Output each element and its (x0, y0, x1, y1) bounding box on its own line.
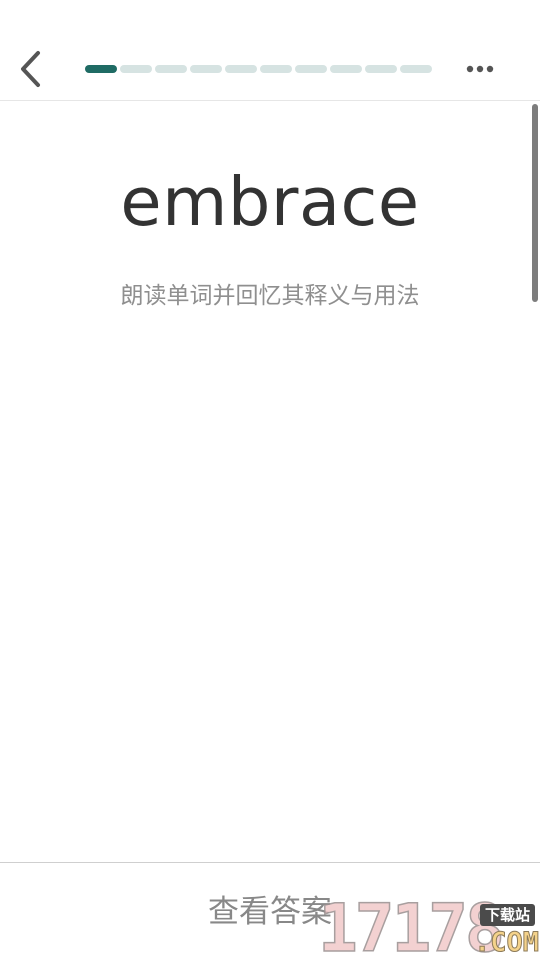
word-title: embrace (120, 163, 420, 241)
progress-segment (400, 65, 432, 73)
progress-segment (365, 65, 397, 73)
more-options-button[interactable] (458, 50, 502, 88)
watermark-suffix: .COM (473, 927, 540, 958)
top-bar (0, 0, 540, 101)
progress-segment (260, 65, 292, 73)
site-watermark-logo: 17178 下载站 .COM (317, 895, 540, 963)
back-button[interactable] (8, 44, 54, 94)
progress-segment (295, 65, 327, 73)
progress-segment-active (85, 65, 117, 73)
watermark-tag: 下载站 (480, 904, 536, 926)
progress-segment (330, 65, 362, 73)
progress-segment (225, 65, 257, 73)
more-horizontal-icon (466, 65, 494, 73)
instruction-text: 朗读单词并回忆其释义与用法 (120, 283, 420, 309)
chevron-left-icon (21, 51, 40, 87)
progress-segment (155, 65, 187, 73)
progress-segment (120, 65, 152, 73)
progress-bar (85, 65, 434, 73)
progress-segment (190, 65, 222, 73)
